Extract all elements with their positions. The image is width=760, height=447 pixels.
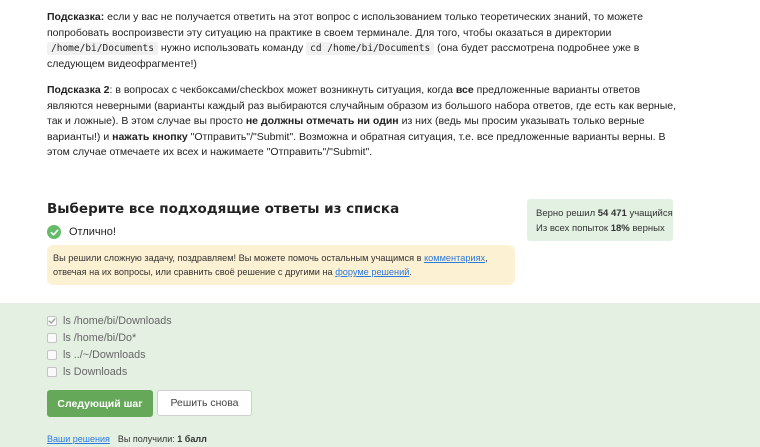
- option-1-checkbox[interactable]: [47, 316, 57, 326]
- hint-1-code-cmd: cd /home/bi/Documents: [306, 42, 435, 55]
- hint-1-text-a: если у вас не получается ответить на это…: [47, 11, 643, 39]
- option-2-checkbox[interactable]: [47, 333, 57, 343]
- option-3-label: ls ../~/Downloads: [63, 349, 146, 361]
- feedback-text-a: Вы решили сложную задачу, поздравляем! В…: [53, 253, 425, 263]
- retry-button[interactable]: Решить снова: [157, 390, 252, 416]
- option-1[interactable]: ls /home/bi/Downloads: [47, 315, 172, 327]
- hint-1-label: Подсказка:: [47, 11, 105, 23]
- option-2-label: ls /home/bi/Do*: [63, 332, 137, 344]
- option-4[interactable]: ls Downloads: [47, 366, 127, 378]
- stats-solved-suffix: учащийся: [626, 208, 673, 219]
- forum-link[interactable]: форуме решений: [335, 267, 409, 277]
- correct-status: Отлично!: [47, 225, 116, 239]
- footer: Ваши решения Вы получили: 1 балл: [47, 434, 207, 444]
- hint-2-bold-no: не должны: [245, 115, 304, 127]
- hints-section: Подсказка: если у вас не получается отве…: [47, 10, 687, 172]
- next-step-button[interactable]: Следующий шаг: [47, 390, 153, 417]
- hint-1-code-dir: /home/bi/Documents: [47, 42, 158, 55]
- option-1-label: ls /home/bi/Downloads: [63, 315, 172, 327]
- option-4-label: ls Downloads: [63, 366, 128, 378]
- score-prefix: Вы получили:: [117, 434, 178, 444]
- stats-solved: Верно решил 54 471 учащийся: [536, 206, 673, 221]
- score-value: 1 балл: [177, 434, 207, 444]
- comments-link[interactable]: комментариях: [424, 253, 485, 263]
- hint-2-bold-all: все: [455, 84, 474, 96]
- feedback-box: Вы решили сложную задачу, поздравляем! В…: [47, 245, 515, 285]
- checkmark-icon: [48, 318, 56, 324]
- status-text: Отлично!: [69, 226, 116, 238]
- feedback-text-c: .: [409, 267, 412, 277]
- stats-box: Верно решил 54 471 учащийся Из всех попы…: [527, 199, 673, 241]
- stats-solved-count: 54 471: [597, 208, 627, 219]
- hint-2-label: Подсказка 2: [47, 84, 110, 96]
- stats-solved-prefix: Верно решил: [536, 208, 598, 219]
- option-3-checkbox[interactable]: [47, 350, 57, 360]
- stats-attempts-pct: 18%: [610, 223, 630, 234]
- task-title: Выберите все подходящие ответы из списка: [47, 201, 400, 217]
- hint-1: Подсказка: если у вас не получается отве…: [47, 10, 687, 72]
- hint-2-bold-press: нажать кнопку: [112, 130, 188, 143]
- option-4-checkbox[interactable]: [47, 367, 57, 377]
- hint-1-text-b: нужно использовать команду: [157, 42, 307, 54]
- option-3[interactable]: ls ../~/Downloads: [47, 349, 146, 361]
- your-solutions-link[interactable]: Ваши решения: [47, 434, 110, 444]
- stats-attempts-suffix: верных: [629, 223, 665, 234]
- option-2[interactable]: ls /home/bi/Do*: [47, 332, 136, 344]
- hint-2: Подсказка 2: в вопросах с чекбоксами/che…: [47, 83, 687, 161]
- stats-attempts: Из всех попыток 18% верных: [536, 221, 673, 236]
- check-circle-icon: [47, 225, 61, 239]
- hint-2-text-a: : в вопросах с чекбоксами/checkbox может…: [109, 84, 456, 96]
- hint-2-bold-mark: отмечать ни один: [306, 115, 399, 127]
- stats-attempts-prefix: Из всех попыток: [536, 223, 611, 234]
